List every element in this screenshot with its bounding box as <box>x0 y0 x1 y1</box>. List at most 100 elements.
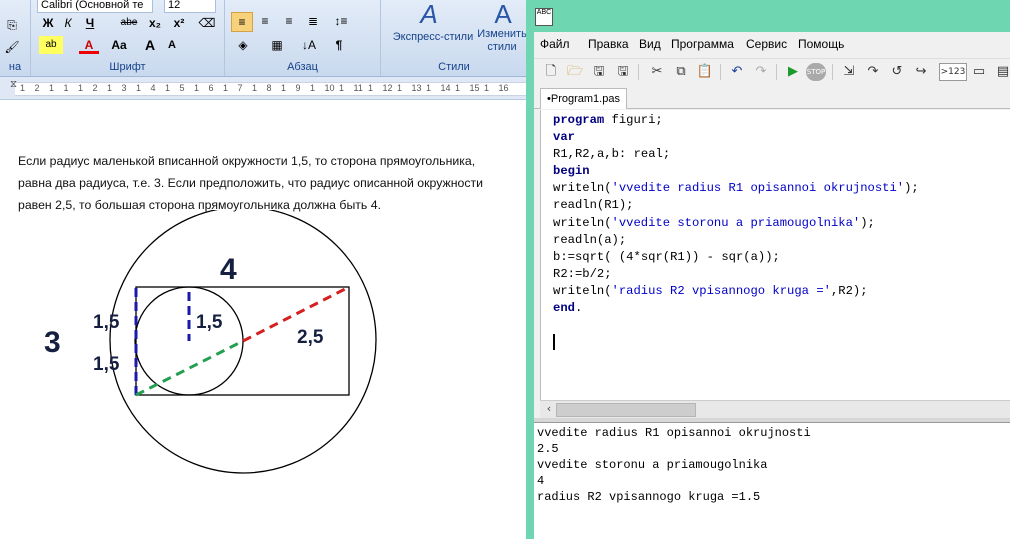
word-ribbon: ⎘ 🖌 на Calibri (Основной те 12 Ж К Ч abe… <box>0 0 527 77</box>
code-text[interactable]: program figuri; var R1,R2,a,b: real; begin w… <box>553 112 919 317</box>
font-size-select[interactable]: 12 <box>164 0 216 13</box>
ruler-number: 6 <box>208 83 214 93</box>
ruler-number: 11 <box>353 83 363 93</box>
panel-icon[interactable]: ▤ <box>994 63 1010 81</box>
shading-icon[interactable]: ◈ <box>231 36 255 54</box>
code-line[interactable]: b:=sqrt( (4*sqr(R1)) - sqr(a)); <box>553 249 919 266</box>
step-over-icon[interactable]: ↷ <box>864 63 882 81</box>
strikethrough-button[interactable]: abe <box>117 14 141 32</box>
label-half-upper: 1,5 <box>93 312 120 333</box>
label-side-4: 4 <box>220 253 237 286</box>
app-icon[interactable]: ABC <box>535 8 553 26</box>
code-line[interactable]: end. <box>553 300 919 317</box>
code-line[interactable]: R2:=b/2; <box>553 266 919 283</box>
menu-edit[interactable]: Правка <box>588 37 629 51</box>
ruler-number: 1 <box>426 83 432 93</box>
change-styles-icon[interactable]: A <box>483 0 523 28</box>
ruler-number: 1 <box>165 83 171 93</box>
show-marks-icon[interactable]: ¶ <box>329 36 349 54</box>
subscript-button[interactable]: x₂ <box>145 14 165 32</box>
code-line[interactable]: readln(R1); <box>553 197 919 214</box>
change-styles-button[interactable]: Изменить стили <box>477 28 527 56</box>
superscript-button[interactable]: x² <box>169 14 189 32</box>
save-all-icon[interactable]: 🖫 <box>614 63 632 81</box>
highlight-icon[interactable]: ab <box>39 36 63 54</box>
font-color-icon[interactable]: A <box>79 36 99 54</box>
paragraph-group: ≡ ≡ ≡ ≣ ↕≡ ◈ ▦ ↓A ¶ Абзац <box>225 0 381 76</box>
code-line[interactable]: begin <box>553 163 919 180</box>
bold-button[interactable]: Ж <box>39 14 57 32</box>
horizontal-ruler[interactable]: ⧖ 1 2 1 1 1 2 1 3 1 4 1 5 1 6 1 7 1 8 1 9 1 10 1 11 1 12 1 13 1 14 1 15… <box>0 77 527 100</box>
label-side-3: 3 <box>44 326 61 359</box>
ruler-number: 3 <box>121 83 127 93</box>
borders-icon[interactable]: ▦ <box>265 36 289 54</box>
express-styles-icon[interactable]: A <box>409 0 449 28</box>
cut-icon[interactable]: ✂ <box>648 63 666 81</box>
menu-help[interactable]: Помощь <box>798 37 844 51</box>
paste-icon[interactable]: ⎘ <box>2 16 22 34</box>
menu-tools[interactable]: Сервис <box>746 37 787 51</box>
save-icon[interactable]: 🖫 <box>590 63 608 81</box>
ruler-number: 1 <box>252 83 258 93</box>
align-center-icon[interactable]: ≡ <box>255 12 275 30</box>
editor-tabs: •Program1.pas <box>534 86 1010 109</box>
undo-icon[interactable]: ↶ <box>728 63 746 81</box>
menu-view[interactable]: Вид <box>639 37 661 51</box>
code-line[interactable]: writeln('radius R2 vpisannogo kruga =',R… <box>553 283 919 300</box>
menu-file[interactable]: Файл <box>540 37 570 51</box>
clear-format-icon[interactable]: ⌫ <box>197 14 217 32</box>
pascal-ide-window: ABC Файл Правка Вид Программа Сервис Пом… <box>526 0 1010 539</box>
label-inner-radius: 1,5 <box>196 312 223 333</box>
stop-icon[interactable]: STOP <box>806 63 826 81</box>
output-window-icon[interactable]: ▭ <box>970 63 988 81</box>
step-into-icon[interactable]: ⇲ <box>840 63 858 81</box>
ruler-number: 1 <box>63 83 69 93</box>
ruler-number: 7 <box>237 83 243 93</box>
run-icon[interactable]: ▶ <box>784 63 802 81</box>
line-spacing-icon[interactable]: ↕≡ <box>329 12 353 30</box>
watch-counter-button[interactable]: >123 <box>939 63 967 81</box>
tab-program1[interactable]: •Program1.pas <box>540 88 627 109</box>
code-line[interactable]: readln(a); <box>553 232 919 249</box>
menu-program[interactable]: Программа <box>671 37 734 51</box>
code-line[interactable]: R1,R2,a,b: real; <box>553 146 919 163</box>
code-line[interactable]: writeln('vvedite storonu a priamougolnik… <box>553 215 919 232</box>
grow-font-button[interactable]: A <box>141 36 159 54</box>
sort-icon[interactable]: ↓A <box>299 36 319 54</box>
indent-marker-icon[interactable]: ⧖ <box>10 79 17 90</box>
change-case-button[interactable]: Aa <box>107 36 131 54</box>
font-group-label: Шрифт <box>109 61 146 73</box>
font-name-select[interactable]: Calibri (Основной те <box>37 0 153 13</box>
scrollbar-thumb[interactable] <box>556 403 696 417</box>
code-line[interactable]: writeln('vvedite radius R1 opisannoi okr… <box>553 180 919 197</box>
toolbar-separator <box>832 64 833 80</box>
step-out-icon[interactable]: ↺ <box>888 63 906 81</box>
open-folder-icon[interactable]: 🗁 <box>566 63 584 81</box>
horizontal-scrollbar[interactable]: ‹ <box>540 400 1010 418</box>
copy-icon[interactable]: ⧉ <box>672 63 690 81</box>
geometry-figure: 4 3 1,5 1,5 1,5 2,5 <box>44 210 377 474</box>
underline-button[interactable]: Ч <box>81 14 99 32</box>
paste-icon[interactable]: 📋 <box>696 63 714 81</box>
paragraph-line-1: Если радиус маленькой вписанной окружнос… <box>18 154 476 168</box>
label-diagonal-radius: 2,5 <box>297 327 324 348</box>
scroll-left-icon[interactable]: ‹ <box>542 402 556 416</box>
justify-icon[interactable]: ≣ <box>303 12 323 30</box>
italic-button[interactable]: К <box>59 14 77 32</box>
align-right-icon[interactable]: ≡ <box>279 12 299 30</box>
label-half-lower: 1,5 <box>93 354 120 375</box>
redo-icon[interactable]: ↷ <box>752 63 770 81</box>
format-painter-icon[interactable]: 🖌 <box>2 38 22 56</box>
shrink-font-button[interactable]: A <box>163 36 181 54</box>
align-left-icon[interactable]: ≡ <box>231 12 253 32</box>
code-editor[interactable]: program figuri; var R1,R2,a,b: real; begin w… <box>540 110 1010 400</box>
code-line[interactable]: var <box>553 129 919 146</box>
paragraph-line-2: равна два радиуса, т.е. 3. Если предполо… <box>18 176 484 190</box>
new-file-icon[interactable]: 🗋 <box>542 63 560 81</box>
clipboard-group-label: на <box>8 61 22 73</box>
run-to-cursor-icon[interactable]: ↪ <box>912 63 930 81</box>
express-styles-button[interactable]: Экспресс-стили <box>387 28 479 46</box>
code-line[interactable]: program figuri; <box>553 112 919 129</box>
ruler-number: 1 <box>484 83 490 93</box>
ruler-number: 15 <box>469 83 480 93</box>
